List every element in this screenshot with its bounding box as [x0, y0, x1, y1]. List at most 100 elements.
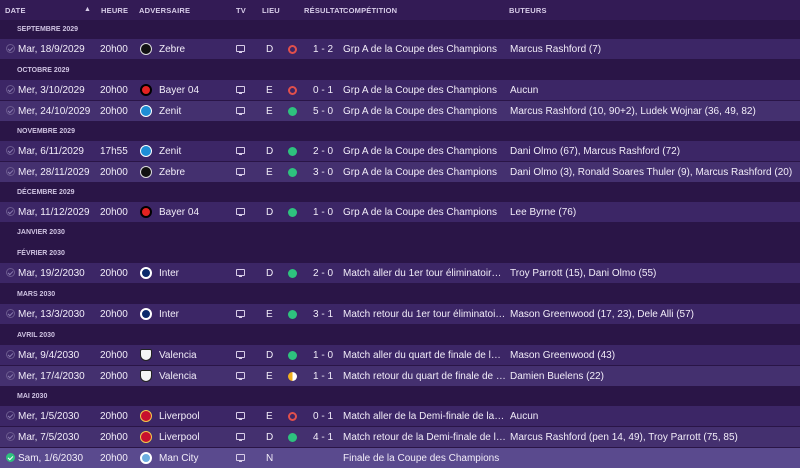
tv-icon	[236, 45, 245, 53]
tv-icon	[236, 269, 245, 277]
win-result-icon	[288, 168, 297, 177]
opponent-link[interactable]: Man City	[159, 453, 198, 464]
column-header-date[interactable]: DATE	[5, 6, 26, 15]
competition-link[interactable]: Grp A de la Coupe des Champions	[343, 167, 506, 178]
check-icon	[6, 432, 15, 441]
draw-result-icon	[288, 372, 297, 381]
month-section-header: MAI 2030	[0, 388, 800, 406]
match-time: 20h00	[100, 167, 128, 178]
table-row-next-match[interactable]: Sam, 1/6/2030 20h00 Man City N Finale de…	[0, 448, 800, 468]
table-row[interactable]: Mar, 6/11/2029 17h55 Zenit D 2 - 0 Grp A…	[0, 141, 800, 161]
opponent-link[interactable]: Inter	[159, 268, 179, 279]
win-result-icon	[288, 433, 297, 442]
opponent-link[interactable]: Valencia	[159, 350, 197, 361]
win-result-icon	[288, 351, 297, 360]
opponent-link[interactable]: Liverpool	[159, 432, 200, 443]
column-header-time[interactable]: HEURE	[101, 6, 128, 15]
opponent-link[interactable]: Valencia	[159, 371, 197, 382]
match-scorers: Marcus Rashford (10, 90+2), Ludek Wojnar…	[510, 106, 756, 117]
opponent-link[interactable]: Zenit	[159, 106, 181, 117]
competition-link[interactable]: Grp A de la Coupe des Champions	[343, 85, 506, 96]
column-header-opponent[interactable]: ADVERSAIRE	[139, 6, 190, 15]
table-row[interactable]: Mer, 17/4/2030 20h00 Valencia E 1 - 1 Ma…	[0, 366, 800, 386]
table-row[interactable]: Mar, 19/2/2030 20h00 Inter D 2 - 0 Match…	[0, 263, 800, 283]
column-header-venue[interactable]: LIEU	[262, 6, 280, 15]
table-row[interactable]: Mer, 28/11/2029 20h00 Zebre E 3 - 0 Grp …	[0, 162, 800, 182]
match-date: Mar, 11/12/2029	[18, 207, 90, 218]
match-time: 20h00	[100, 432, 128, 443]
loss-result-icon	[288, 45, 297, 54]
competition-link[interactable]: Match retour de la Demi-finale de la Cou…	[343, 432, 506, 443]
match-time: 20h00	[100, 207, 128, 218]
match-scorers: Marcus Rashford (pen 14, 49), Troy Parro…	[510, 432, 738, 443]
club-crest-icon	[140, 370, 152, 382]
tv-icon	[236, 310, 245, 318]
tv-icon	[236, 107, 245, 115]
competition-link[interactable]: Grp A de la Coupe des Champions	[343, 207, 506, 218]
column-header-tv[interactable]: TV	[236, 6, 246, 15]
table-row[interactable]: Mar, 11/12/2029 20h00 Bayer 04 D 1 - 0 G…	[0, 202, 800, 222]
competition-link[interactable]: Grp A de la Coupe des Champions	[343, 146, 506, 157]
table-row[interactable]: Mer, 24/10/2029 20h00 Zenit E 5 - 0 Grp …	[0, 101, 800, 121]
month-label: FÉVRIER 2030	[17, 250, 65, 257]
match-score: 4 - 1	[313, 432, 334, 443]
opponent-link[interactable]: Bayer 04	[159, 85, 199, 96]
match-score: 3 - 0	[313, 167, 334, 178]
club-crest-icon	[140, 105, 152, 117]
competition-link[interactable]: Finale de la Coupe des Champions	[343, 453, 506, 464]
match-time: 20h00	[100, 268, 128, 279]
match-venue: D	[266, 44, 274, 55]
match-venue: E	[266, 167, 273, 178]
table-row[interactable]: Mer, 1/5/2030 20h00 Liverpool E 0 - 1 Ma…	[0, 406, 800, 426]
competition-link[interactable]: Match retour du 1er tour éliminatoire de…	[343, 309, 506, 320]
opponent-link[interactable]: Inter	[159, 309, 179, 320]
win-result-icon	[288, 147, 297, 156]
table-row[interactable]: Mar, 9/4/2030 20h00 Valencia D 1 - 0 Mat…	[0, 345, 800, 365]
match-score: 3 - 1	[313, 309, 334, 320]
competition-link[interactable]: Match aller de la Demi-finale de la Coup…	[343, 411, 506, 422]
column-header-result[interactable]: RÉSULTAT	[304, 6, 344, 15]
club-crest-icon	[140, 145, 152, 157]
check-icon	[6, 85, 15, 94]
opponent-link[interactable]: Bayer 04	[159, 207, 199, 218]
opponent-link[interactable]: Zebre	[159, 44, 185, 55]
table-row[interactable]: Mer, 3/10/2029 20h00 Bayer 04 E 0 - 1 Gr…	[0, 80, 800, 100]
opponent-link[interactable]: Zebre	[159, 167, 185, 178]
competition-link[interactable]: Match aller du 1er tour éliminatoire de …	[343, 268, 506, 279]
competition-link[interactable]: Match retour du quart de finale de la Co…	[343, 371, 506, 382]
club-crest-icon	[140, 410, 152, 422]
sort-ascending-icon[interactable]: ▲	[84, 6, 91, 13]
month-section-header: NOVEMBRE 2029	[0, 123, 800, 141]
table-row[interactable]: Mer, 13/3/2030 20h00 Inter E 3 - 1 Match…	[0, 304, 800, 324]
match-scorers: Dani Olmo (3), Ronald Soares Thuler (9),…	[510, 167, 793, 178]
match-venue: E	[266, 371, 273, 382]
match-scorers: Lee Byrne (76)	[510, 207, 577, 218]
match-date: Mar, 18/9/2029	[18, 44, 85, 55]
competition-link[interactable]: Grp A de la Coupe des Champions	[343, 106, 506, 117]
match-date: Mar, 9/4/2030	[18, 350, 80, 361]
match-date: Mer, 13/3/2030	[18, 309, 85, 320]
match-score: 1 - 0	[313, 350, 334, 361]
check-icon	[6, 309, 15, 318]
opponent-link[interactable]: Liverpool	[159, 411, 200, 422]
competition-link[interactable]: Grp A de la Coupe des Champions	[343, 44, 506, 55]
match-scorers: Aucun	[510, 411, 539, 422]
month-section-header: OCTOBRE 2029	[0, 62, 800, 80]
column-header-competition[interactable]: COMPÉTITION	[343, 6, 397, 15]
club-crest-icon	[140, 84, 152, 96]
match-time: 20h00	[100, 411, 128, 422]
match-date: Mer, 24/10/2029	[18, 106, 91, 117]
match-score: 0 - 1	[313, 85, 334, 96]
month-label: MARS 2030	[17, 291, 56, 298]
tv-icon	[236, 168, 245, 176]
opponent-link[interactable]: Zenit	[159, 146, 181, 157]
competition-link[interactable]: Match aller du quart de finale de la Cou…	[343, 350, 506, 361]
match-score: 1 - 0	[313, 207, 334, 218]
column-header-scorers[interactable]: BUTEURS	[509, 6, 547, 15]
table-row[interactable]: Mar, 18/9/2029 20h00 Zebre D 1 - 2 Grp A…	[0, 39, 800, 59]
tv-icon	[236, 433, 245, 441]
match-venue: E	[266, 411, 273, 422]
table-row[interactable]: Mar, 7/5/2030 20h00 Liverpool D 4 - 1 Ma…	[0, 427, 800, 447]
club-crest-icon	[140, 43, 152, 55]
tv-icon	[236, 208, 245, 216]
